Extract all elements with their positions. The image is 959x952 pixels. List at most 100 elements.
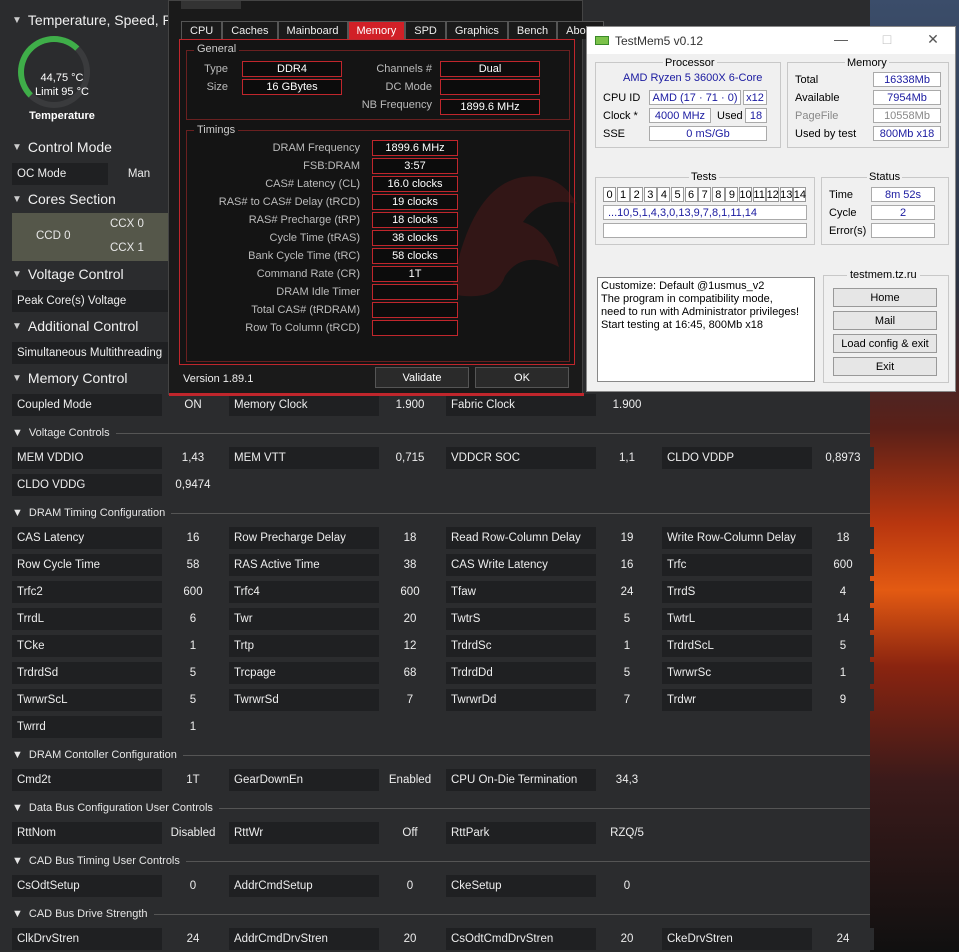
nb-frequency-value: 1899.6 MHz bbox=[440, 99, 540, 115]
sub-dram-timing[interactable]: ▼ DRAM Timing Configuration bbox=[12, 507, 870, 519]
exit-button[interactable]: Exit bbox=[833, 357, 937, 376]
tab-caches[interactable]: Caches bbox=[222, 21, 278, 39]
setting-row[interactable]: CPU On-Die Termination 34,3 bbox=[446, 769, 658, 791]
setting-row[interactable]: Tfaw 24 bbox=[446, 581, 658, 603]
tab-mainboard[interactable]: Mainboard bbox=[277, 21, 348, 39]
setting-row[interactable]: CkeSetup 0 bbox=[446, 875, 658, 897]
setting-row[interactable]: Trdwr 9 bbox=[662, 689, 874, 711]
oc-mode-row[interactable]: OC Mode Man bbox=[12, 163, 170, 185]
oc-mode-value: Man bbox=[108, 163, 170, 185]
load-config-exit-button[interactable]: Load config & exit bbox=[833, 334, 937, 353]
sub-cad-timing[interactable]: ▼ CAD Bus Timing User Controls bbox=[12, 855, 870, 867]
setting-row[interactable]: TrdrdSc 1 bbox=[446, 635, 658, 657]
minimize-icon[interactable]: — bbox=[831, 31, 851, 47]
setting-row[interactable]: CsOdtSetup 0 bbox=[12, 875, 224, 897]
timing-label: Total CAS# (tRDRAM) bbox=[251, 304, 360, 316]
tab-spd[interactable]: SPD bbox=[405, 21, 446, 39]
setting-row[interactable]: Row Precharge Delay 18 bbox=[229, 527, 441, 549]
setting-value: 5 bbox=[596, 608, 658, 630]
clock-label: Clock * bbox=[603, 110, 638, 122]
setting-row[interactable]: Trfc4 600 bbox=[229, 581, 441, 603]
channels-value: Dual bbox=[440, 61, 540, 77]
setting-row[interactable]: Trfc 600 bbox=[662, 554, 874, 576]
section-additional-control[interactable]: ▼ Additional Control bbox=[12, 318, 138, 334]
sub-data-bus[interactable]: ▼ Data Bus Configuration User Controls bbox=[12, 802, 870, 814]
tab-bench[interactable]: Bench bbox=[507, 21, 558, 39]
setting-value: RZQ/5 bbox=[596, 822, 658, 844]
validate-button[interactable]: Validate bbox=[375, 367, 469, 388]
setting-row[interactable]: CkeDrvStren 24 bbox=[662, 928, 874, 950]
setting-row[interactable]: RttWr Off bbox=[229, 822, 441, 844]
setting-row[interactable]: TrdrdDd 5 bbox=[446, 662, 658, 684]
processor-title: Processor bbox=[663, 57, 717, 69]
test-number: 11 bbox=[752, 187, 766, 202]
used-label: Used bbox=[717, 110, 743, 122]
setting-row[interactable]: Trcpage 68 bbox=[229, 662, 441, 684]
setting-label: CLDO VDDG bbox=[17, 479, 86, 491]
setting-row[interactable]: TwrwrScL 5 bbox=[12, 689, 224, 711]
tab-graphics[interactable]: Graphics bbox=[445, 21, 508, 39]
setting-row[interactable]: TrrdL 6 bbox=[12, 608, 224, 630]
setting-row[interactable]: Write Row-Column Delay 18 bbox=[662, 527, 874, 549]
test-number: 14 bbox=[793, 187, 807, 202]
sub-voltage-controls[interactable]: ▼ Voltage Controls bbox=[12, 427, 870, 439]
setting-row[interactable]: TrdrdSd 5 bbox=[12, 662, 224, 684]
setting-row[interactable]: Memory Clock 1.900 bbox=[229, 394, 441, 416]
setting-row[interactable]: Read Row-Column Delay 19 bbox=[446, 527, 658, 549]
setting-row[interactable]: CAS Latency 16 bbox=[12, 527, 224, 549]
setting-row[interactable]: TwrwrSd 7 bbox=[229, 689, 441, 711]
section-cores[interactable]: ▼ Cores Section bbox=[12, 191, 116, 207]
setting-row[interactable]: CLDO VDDP 0,8973 bbox=[662, 447, 874, 469]
section-memory-control[interactable]: ▼ Memory Control bbox=[12, 370, 128, 386]
setting-row[interactable]: Trfc2 600 bbox=[12, 581, 224, 603]
setting-row[interactable]: TrdrdScL 5 bbox=[662, 635, 874, 657]
threads-value: x12 bbox=[743, 90, 767, 105]
setting-row[interactable]: RttNom Disabled bbox=[12, 822, 224, 844]
setting-row[interactable]: GearDownEn Enabled bbox=[229, 769, 441, 791]
setting-row[interactable]: Trtp 12 bbox=[229, 635, 441, 657]
ok-button[interactable]: OK bbox=[475, 367, 569, 388]
close-icon[interactable]: ✕ bbox=[923, 31, 943, 48]
time-value: 8m 52s bbox=[871, 187, 935, 202]
setting-row[interactable]: AddrCmdDrvStren 20 bbox=[229, 928, 441, 950]
setting-row[interactable]: Twrrd 1 bbox=[12, 716, 224, 738]
setting-row[interactable]: TwtrL 14 bbox=[662, 608, 874, 630]
section-voltage-control[interactable]: ▼ Voltage Control bbox=[12, 266, 124, 282]
setting-row[interactable]: VDDCR SOC 1,1 bbox=[446, 447, 658, 469]
tab-cpu[interactable]: CPU bbox=[181, 21, 223, 39]
setting-row[interactable]: Fabric Clock 1.900 bbox=[446, 394, 658, 416]
setting-row[interactable]: CLDO VDDG 0,9474 bbox=[12, 474, 224, 496]
setting-row[interactable]: RAS Active Time 38 bbox=[229, 554, 441, 576]
setting-label: Coupled Mode bbox=[17, 399, 92, 411]
setting-row[interactable]: TwrwrSc 1 bbox=[662, 662, 874, 684]
mail-button[interactable]: Mail bbox=[833, 311, 937, 330]
setting-row[interactable]: TrrdS 4 bbox=[662, 581, 874, 603]
section-control-mode[interactable]: ▼ Control Mode bbox=[12, 139, 112, 155]
setting-row[interactable]: Row Cycle Time 58 bbox=[12, 554, 224, 576]
home-button[interactable]: Home bbox=[833, 288, 937, 307]
section-temperature[interactable]: ▼ Temperature, Speed, P bbox=[12, 12, 172, 28]
test-sequence: ...10,5,1,4,3,0,13,9,7,8,1,11,14 bbox=[603, 205, 807, 220]
setting-value: 1.900 bbox=[379, 394, 441, 416]
setting-row[interactable]: RttPark RZQ/5 bbox=[446, 822, 658, 844]
tab-memory[interactable]: Memory bbox=[347, 21, 406, 39]
setting-row[interactable]: TwtrS 5 bbox=[446, 608, 658, 630]
setting-row[interactable]: TwrwrDd 7 bbox=[446, 689, 658, 711]
setting-row[interactable]: MEM VTT 0,715 bbox=[229, 447, 441, 469]
setting-row[interactable]: AddrCmdSetup 0 bbox=[229, 875, 441, 897]
setting-label: CsOdtSetup bbox=[17, 880, 80, 892]
sub-cad-drive[interactable]: ▼ CAD Bus Drive Strength bbox=[12, 908, 870, 920]
memory-stick-icon bbox=[595, 36, 609, 45]
setting-row[interactable]: TCke 1 bbox=[12, 635, 224, 657]
clock-value: 4000 MHz bbox=[649, 108, 711, 123]
setting-row[interactable]: MEM VDDIO 1,43 bbox=[12, 447, 224, 469]
setting-row[interactable]: Twr 20 bbox=[229, 608, 441, 630]
setting-row[interactable]: CsOdtCmdDrvStren 20 bbox=[446, 928, 658, 950]
site-label: testmem.tz.ru bbox=[847, 269, 920, 281]
setting-row[interactable]: CAS Write Latency 16 bbox=[446, 554, 658, 576]
sub-dram-controller[interactable]: ▼ DRAM Contoller Configuration bbox=[12, 749, 870, 761]
setting-row[interactable]: Coupled Mode ON bbox=[12, 394, 224, 416]
setting-row[interactable]: ClkDrvStren 24 bbox=[12, 928, 224, 950]
log-output[interactable]: Customize: Default @1usmus_v2 The progra… bbox=[597, 277, 815, 382]
setting-row[interactable]: Cmd2t 1T bbox=[12, 769, 224, 791]
